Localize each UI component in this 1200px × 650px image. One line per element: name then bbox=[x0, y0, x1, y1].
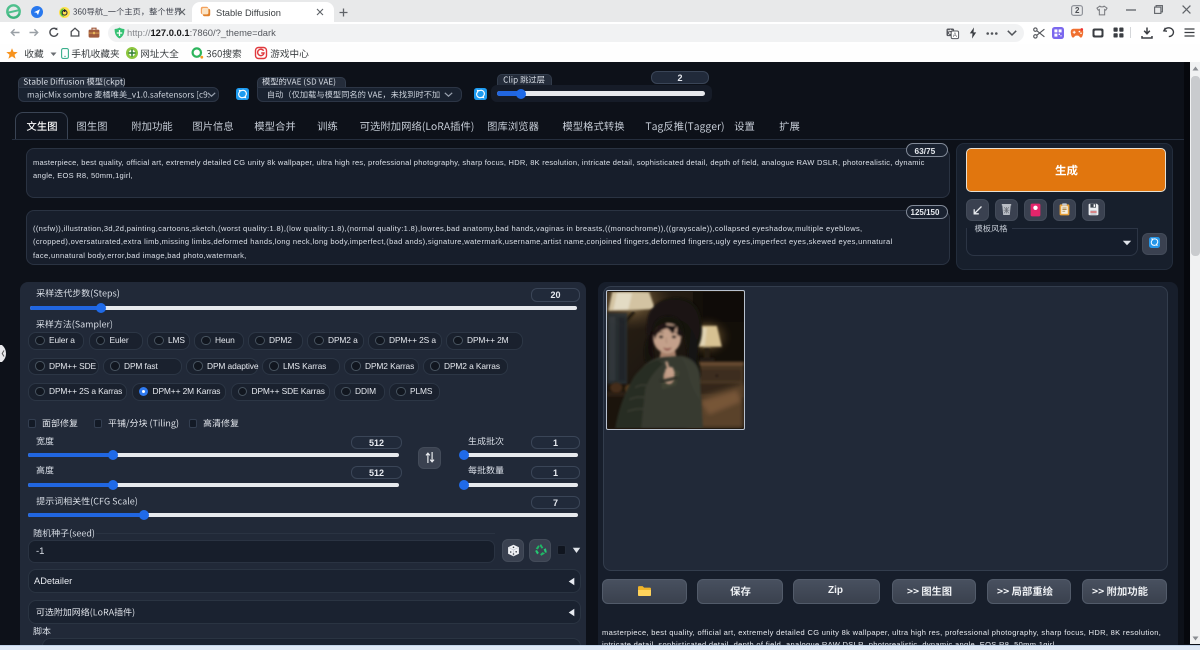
svg-text:A: A bbox=[953, 33, 957, 39]
